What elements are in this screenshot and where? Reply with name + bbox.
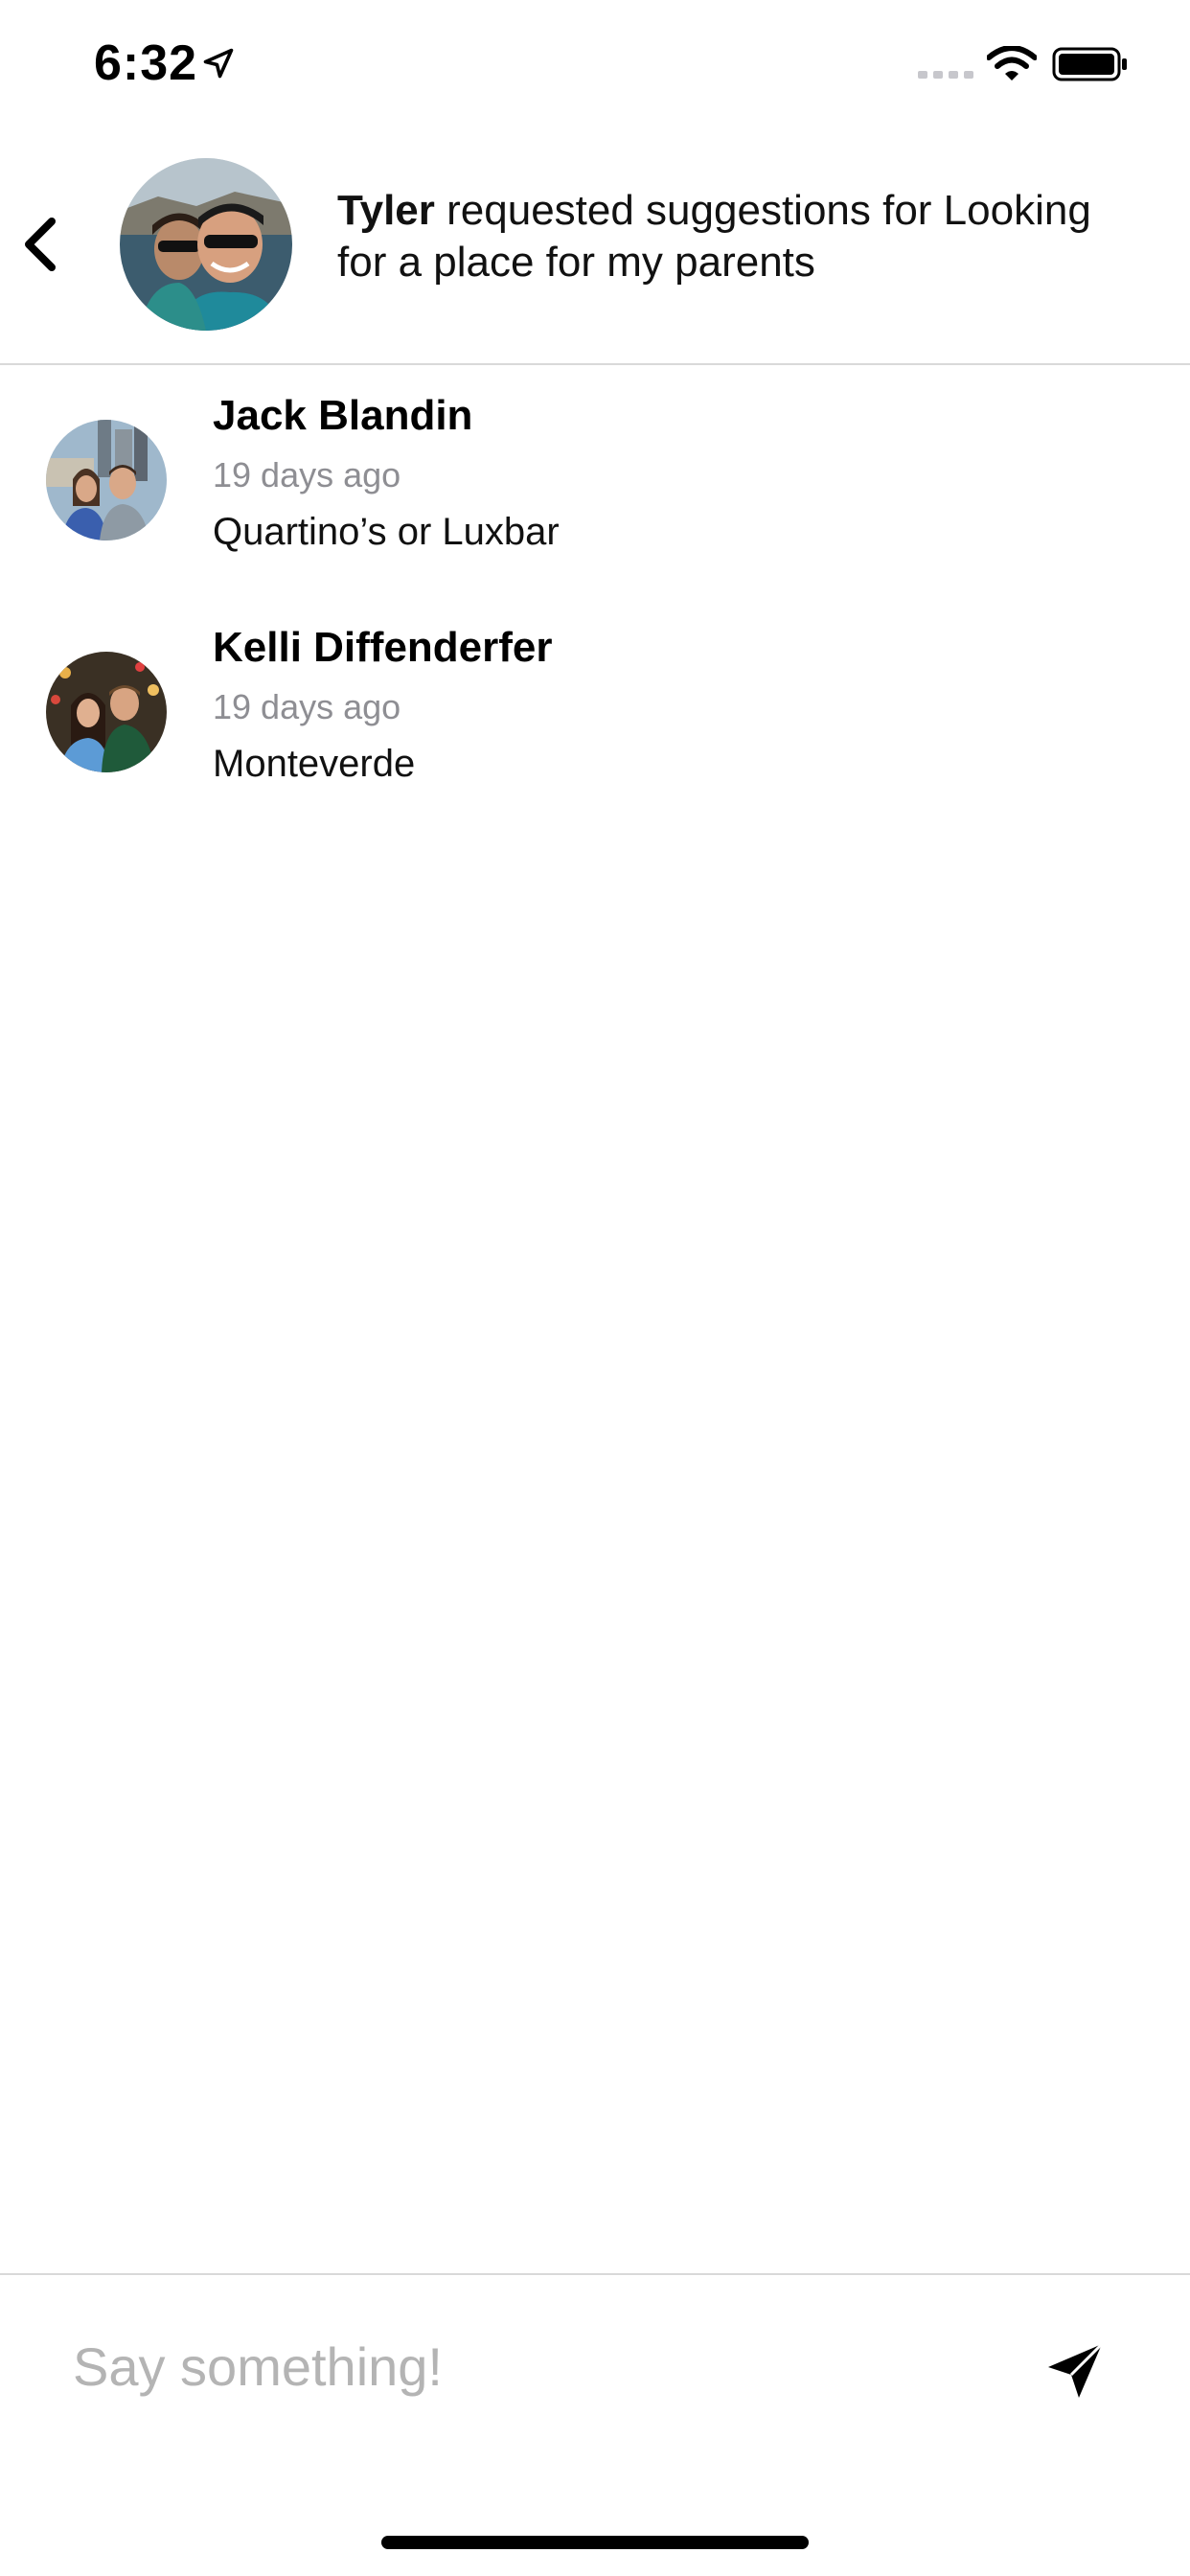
suggestion-list: Jack Blandin 19 days ago Quartino’s or L…: [0, 365, 1190, 829]
comment-timestamp: 19 days ago: [213, 687, 401, 726]
request-text: requested suggestions for Looking for a …: [337, 187, 1091, 286]
chevron-left-icon[interactable]: [13, 206, 71, 283]
avatar[interactable]: [46, 420, 167, 540]
location-arrow-icon: [203, 48, 234, 79]
message-composer: [0, 2273, 1190, 2467]
home-indicator[interactable]: [381, 2536, 809, 2549]
requester-name[interactable]: Tyler: [337, 187, 435, 234]
send-icon[interactable]: [1044, 2340, 1106, 2402]
commenter-name[interactable]: Jack Blandin: [213, 392, 472, 440]
list-item[interactable]: Jack Blandin 19 days ago Quartino’s or L…: [0, 365, 1190, 597]
signal-icon: [918, 71, 973, 79]
commenter-name[interactable]: Kelli Diffenderfer: [213, 624, 553, 672]
requester-avatar[interactable]: [120, 158, 292, 331]
request-description: Tyler requested suggestions for Looking …: [337, 185, 1142, 288]
battery-icon: [1052, 47, 1127, 81]
status-bar: 6:32: [0, 0, 1190, 129]
avatar[interactable]: [46, 652, 167, 772]
message-input[interactable]: [73, 2323, 993, 2409]
wifi-icon: [987, 46, 1037, 80]
request-header: Tyler requested suggestions for Looking …: [0, 129, 1190, 365]
list-item[interactable]: Kelli Diffenderfer 19 days ago Monteverd…: [0, 597, 1190, 829]
comment-text: Monteverde: [213, 743, 416, 785]
status-time: 6:32: [94, 35, 198, 91]
comment-text: Quartino’s or Luxbar: [213, 511, 560, 553]
comment-timestamp: 19 days ago: [213, 455, 401, 494]
